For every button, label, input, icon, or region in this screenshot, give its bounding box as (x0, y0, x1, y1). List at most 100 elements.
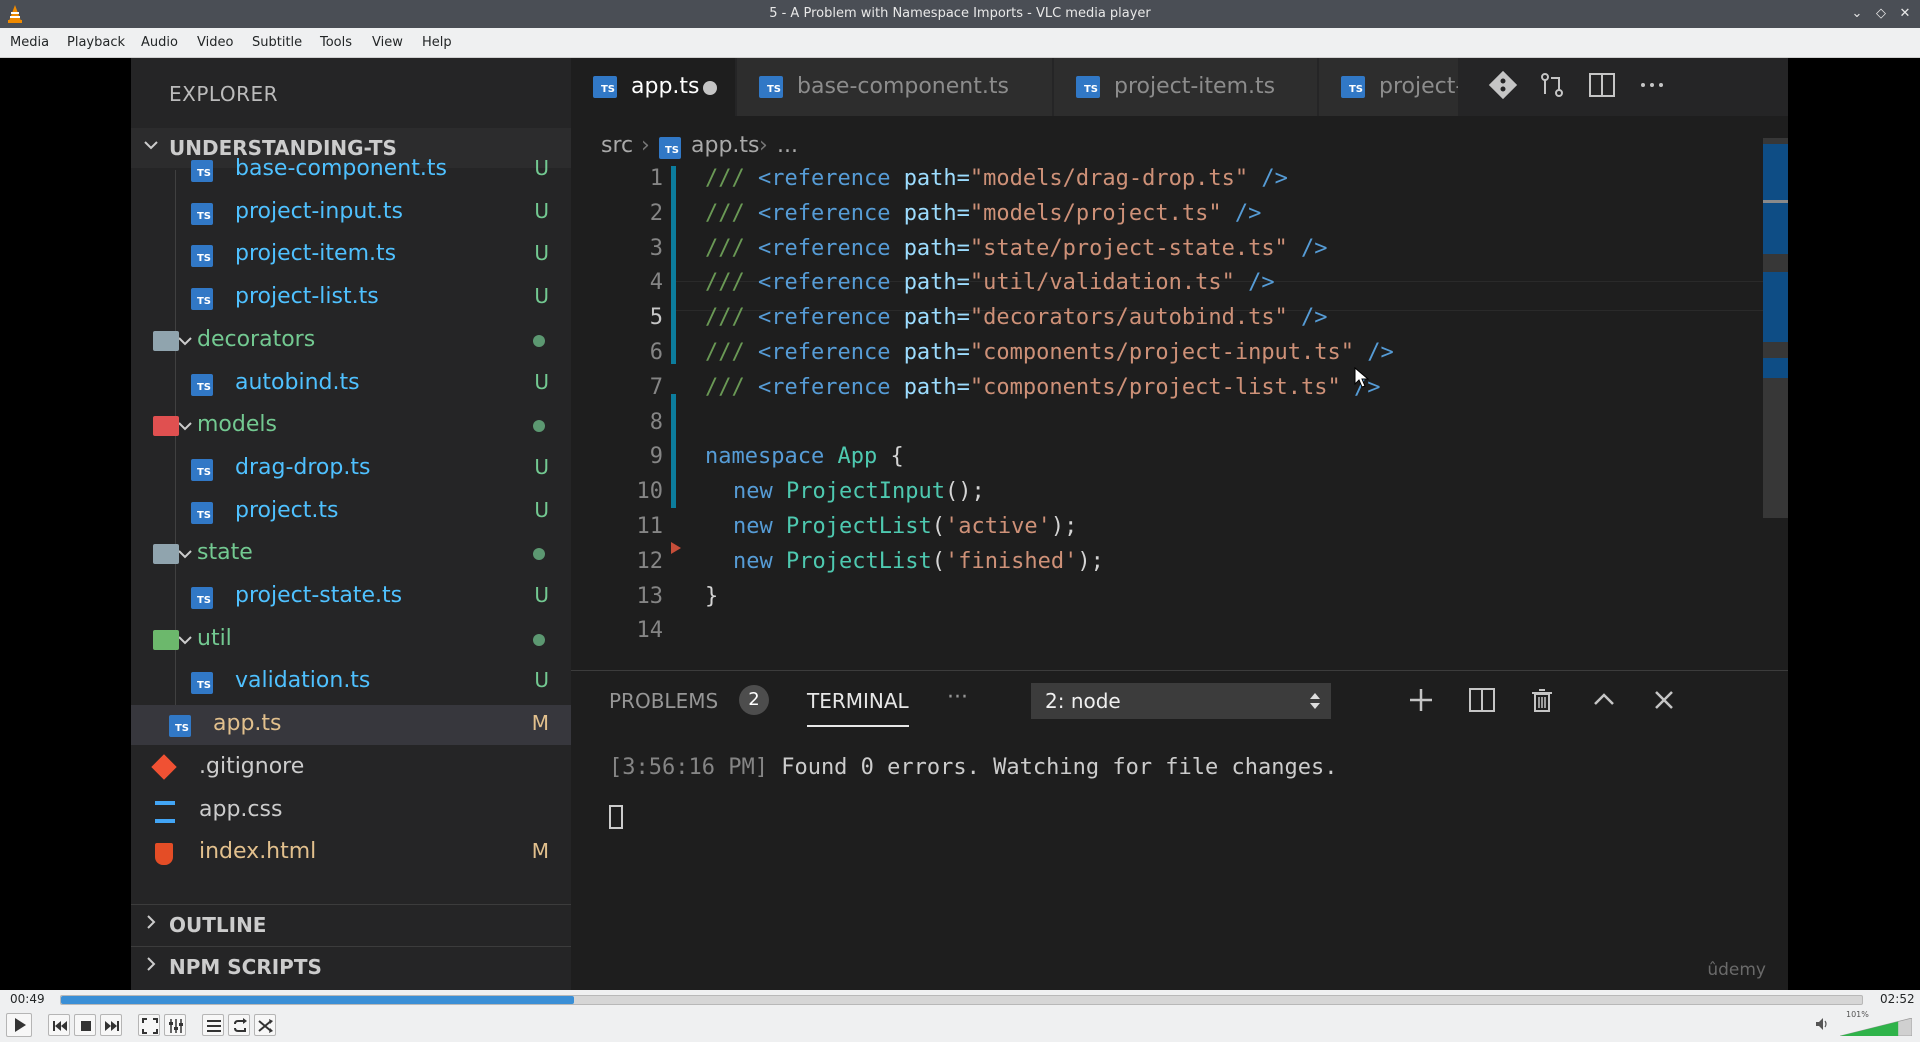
menu-view[interactable]: View (372, 35, 403, 50)
tab-project-item[interactable]: TS project-item.ts (1054, 58, 1318, 116)
stop-button[interactable] (74, 1014, 96, 1036)
panel-more-button[interactable]: ··· (947, 685, 968, 710)
minimize-button[interactable]: ⌄ (1848, 5, 1866, 23)
code-line: /// <reference path="models/drag-drop.ts… (705, 166, 1288, 191)
tree-item-label: models (197, 412, 277, 437)
tree-folder[interactable]: util (131, 620, 571, 660)
terminal-message: Found 0 errors. Watching for file change… (781, 755, 1338, 780)
line-number: 1 (649, 166, 663, 191)
tab-label: base-component.ts (797, 74, 1009, 99)
tab-label: app.ts (631, 74, 700, 99)
menu-help[interactable]: Help (422, 35, 452, 50)
breadcrumb-separator-icon: › (759, 133, 768, 158)
git-compare-icon[interactable] (1488, 70, 1518, 100)
explorer-sidebar: EXPLORER UNDERSTANDING-TS TS base-compone… (131, 58, 571, 990)
playlist-icon (207, 1020, 221, 1032)
loop-button[interactable] (228, 1014, 250, 1036)
git-status-badge: M (531, 711, 549, 735)
tree-folder[interactable]: state (131, 534, 571, 574)
menu-media[interactable]: Media (10, 35, 49, 50)
menu-audio[interactable]: Audio (141, 35, 178, 50)
breadcrumb-folder[interactable]: src (601, 133, 633, 158)
folder-icon (153, 416, 179, 436)
tree-file[interactable]: app.css (131, 791, 571, 831)
previous-button[interactable] (48, 1014, 70, 1036)
tree-file[interactable]: TS autobind.ts U (131, 364, 571, 404)
tree-item-label: util (197, 626, 232, 651)
tree-file[interactable]: TS app.ts M (131, 705, 571, 745)
breadcrumb-file[interactable]: app.ts (691, 133, 760, 158)
outline-section-header[interactable]: OUTLINE (131, 904, 571, 944)
play-icon (15, 1018, 26, 1032)
menu-playback[interactable]: Playback (67, 35, 125, 50)
total-time: 02:52 (1880, 992, 1915, 1006)
terminal-select[interactable]: 2: node (1031, 683, 1331, 719)
git-gutter-added (671, 394, 676, 508)
open-changes-icon[interactable] (1537, 70, 1567, 100)
tree-file[interactable]: TS project-input.ts U (131, 193, 571, 233)
git-status-badge: U (534, 284, 549, 308)
tree-file[interactable]: TS project.ts U (131, 492, 571, 532)
tab-problems[interactable]: PROBLEMS (609, 689, 718, 713)
close-button[interactable]: ✕ (1896, 5, 1914, 23)
tree-file[interactable]: TS validation.ts U (131, 662, 571, 702)
tree-file[interactable]: index.html M (131, 833, 571, 873)
git-status-badge: U (534, 455, 549, 479)
stop-icon (81, 1021, 91, 1031)
tree-item-label: decorators (197, 327, 316, 352)
more-actions-icon[interactable] (1637, 70, 1667, 100)
code-line: namespace App { (705, 444, 904, 469)
git-gutter-added (671, 166, 676, 364)
trash-icon[interactable] (1527, 685, 1557, 715)
git-modified-dot-icon (533, 634, 545, 646)
split-terminal-icon[interactable] (1467, 685, 1497, 715)
menu-subtitle[interactable]: Subtitle (252, 35, 302, 50)
tab-project-list[interactable]: TS project-li (1319, 58, 1459, 116)
tree-file[interactable]: TS project-state.ts U (131, 577, 571, 617)
tree-folder[interactable]: models (131, 406, 571, 446)
speaker-icon[interactable] (1814, 1016, 1830, 1032)
shuffle-button[interactable] (254, 1014, 276, 1036)
new-terminal-icon[interactable] (1406, 685, 1436, 715)
maximize-button[interactable]: ◇ (1872, 5, 1890, 23)
typescript-file-icon: TS (191, 288, 213, 310)
play-button[interactable] (6, 1013, 32, 1037)
close-panel-icon[interactable] (1649, 685, 1679, 715)
code-editor[interactable]: 1 2 3 4 5 6 7 8 9 10 11 12 13 14 /// <reference path=… (571, 166, 1788, 666)
breadcrumb-more[interactable]: ... (777, 133, 798, 158)
typescript-file-icon: TS (191, 203, 213, 225)
seek-bar[interactable] (60, 995, 1863, 1005)
npm-scripts-section-header[interactable]: NPM SCRIPTS (131, 946, 571, 986)
next-button[interactable] (100, 1014, 122, 1036)
skip-forward-icon (105, 1021, 119, 1031)
tab-base-component[interactable]: TS base-component.ts (737, 58, 1053, 116)
code-line: } (705, 584, 719, 609)
menu-video[interactable]: Video (197, 35, 233, 50)
git-status-badge: U (534, 583, 549, 607)
editor-scrollbar[interactable] (1763, 138, 1788, 668)
tab-terminal[interactable]: TERMINAL (807, 689, 909, 727)
tree-folder[interactable]: decorators (131, 321, 571, 361)
menu-tools[interactable]: Tools (320, 35, 352, 50)
volume-slider[interactable] (1840, 1018, 1912, 1036)
line-number: 2 (649, 201, 663, 226)
git-file-icon (151, 754, 177, 780)
unsaved-dot-icon (703, 81, 717, 95)
tree-file[interactable]: TS project-list.ts U (131, 278, 571, 318)
extended-settings-button[interactable] (164, 1014, 186, 1036)
git-status-badge: U (534, 199, 549, 223)
line-number: 7 (649, 375, 663, 400)
maximize-panel-icon[interactable] (1589, 685, 1619, 715)
git-status-badge: M (531, 839, 549, 863)
line-number: 10 (636, 479, 664, 504)
playlist-button[interactable] (202, 1014, 224, 1036)
tab-app-ts[interactable]: TS app.ts (571, 58, 736, 116)
split-editor-icon[interactable] (1587, 70, 1617, 100)
fullscreen-button[interactable] (138, 1014, 160, 1036)
tree-file[interactable]: TS drag-drop.ts U (131, 449, 571, 489)
tree-file[interactable]: TS project-item.ts U (131, 235, 571, 275)
terminal-output-line: [3:56:16 PM] Found 0 errors. Watching fo… (609, 755, 1338, 780)
tree-file[interactable]: .gitignore (131, 748, 571, 788)
tree-file[interactable]: TS base-component.ts U (131, 150, 571, 190)
line-number: 3 (649, 236, 663, 261)
